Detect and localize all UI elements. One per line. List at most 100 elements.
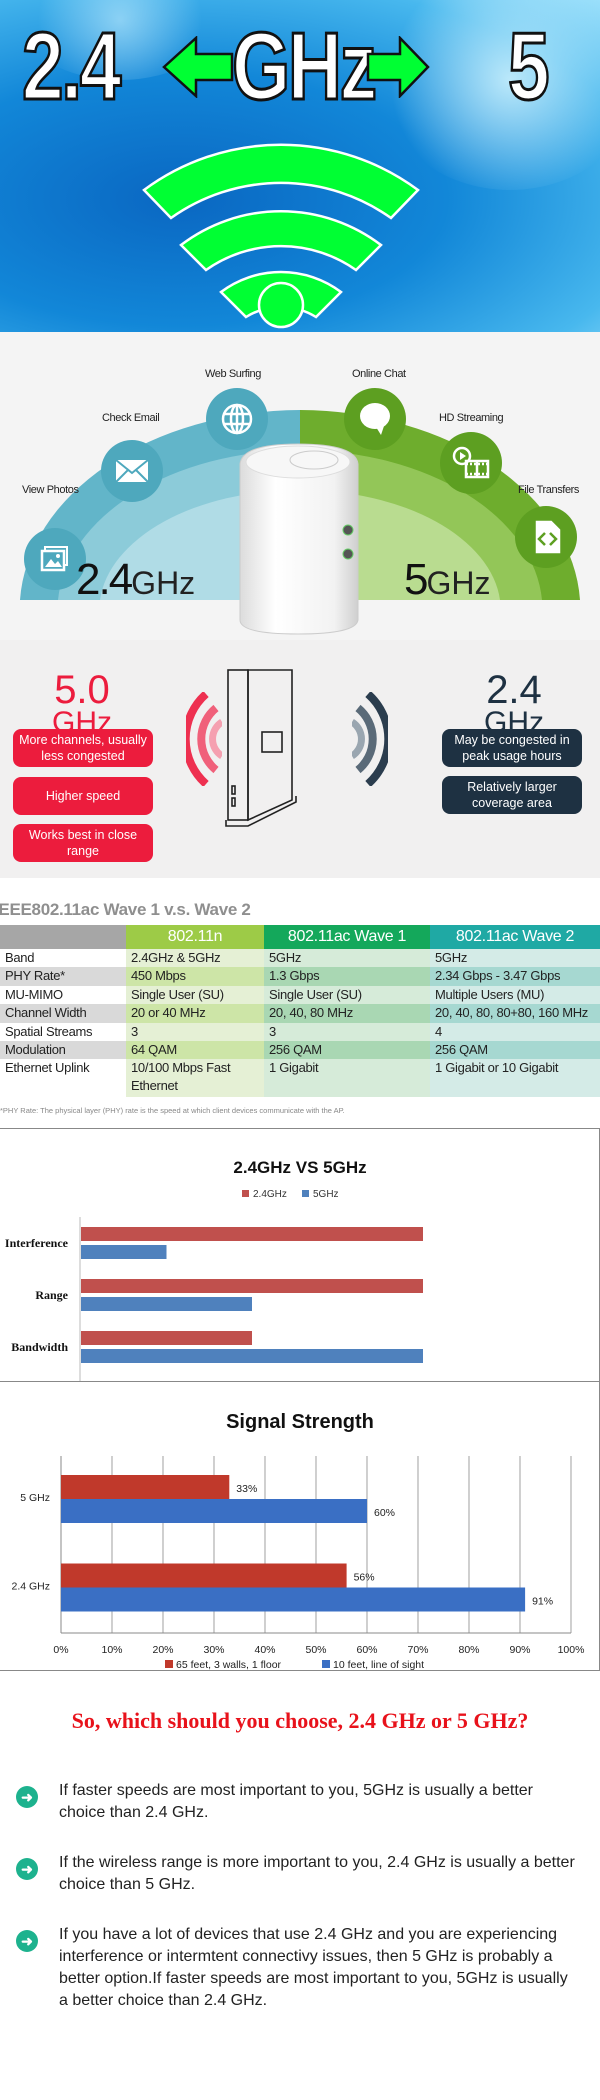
activity-label: File Transfers: [518, 484, 580, 496]
feature-pill: Higher speed: [13, 777, 153, 815]
x-tick-label: 50%: [305, 1644, 326, 1656]
x-tick-label: 40%: [254, 1644, 275, 1656]
table-row: PHY Rate* 450 Mbps 1.3 Gbps 2.34 Gbps - 3.4…: [0, 967, 600, 986]
row-label: Channel Width: [0, 1004, 126, 1023]
legend-label: 10 feet, line of sight: [333, 1659, 424, 1671]
activity-label: Check Email: [102, 412, 160, 424]
category-label: Bandwidth: [11, 1340, 68, 1354]
chart-title: Signal Strength: [226, 1411, 374, 1433]
band-label-5: 5GHz: [404, 555, 491, 604]
feature-pill: Relatively larger coverage area: [442, 776, 582, 814]
table-header-row: 802.11n 802.11ac Wave 1 802.11ac Wave 2: [0, 925, 600, 949]
router-outline-icon: [225, 669, 297, 827]
row-label: Spatial Streams: [0, 1022, 126, 1041]
table-cell: 20 or 40 MHz: [126, 1004, 264, 1023]
chart-2-4-vs-5: 2.4GHz VS 5GHz 2.4GHz 5GHz Interference Rang…: [0, 1128, 600, 1382]
table-cell: 450 Mbps: [126, 967, 264, 986]
table-cell: 64 QAM: [126, 1040, 264, 1060]
wifi-icon: [142, 143, 420, 329]
hero-right-number: 5: [507, 13, 551, 120]
table-cell: 1 Gigabit or 10 Gigabit: [430, 1059, 600, 1098]
x-tick-label: 60%: [356, 1644, 377, 1656]
file-transfer-icon: [515, 506, 577, 568]
table-cell: Single User (SU): [126, 985, 264, 1005]
activity-label: Online Chat: [352, 368, 406, 380]
band-label-2-4: 2.4GHz: [76, 555, 196, 604]
bar: [81, 1227, 423, 1241]
table-cell: 3: [264, 1022, 430, 1041]
legend-label: 2.4GHz: [253, 1189, 287, 1200]
feature-pill: May be congested in peak usage hours: [442, 729, 582, 767]
table-cell: 1 Gigabit: [264, 1059, 430, 1098]
bar: [61, 1499, 367, 1523]
tip-text: If you have a lot of devices that use 2.…: [59, 1926, 568, 2009]
row-label: Modulation: [0, 1040, 126, 1060]
x-tick-label: 70%: [407, 1644, 428, 1656]
x-tick-label: 0%: [53, 1644, 68, 1656]
spec-comparison-table: IEEE802.11ac Wave 1 v.s. Wave 2 802.11n …: [0, 880, 600, 1120]
column-header: 802.11n: [126, 925, 264, 949]
arrow-left-icon: [162, 36, 234, 98]
data-label: 60%: [374, 1507, 395, 1519]
tip-text: If faster speeds are most important to y…: [59, 1782, 533, 1821]
category-label: Interference: [5, 1236, 69, 1250]
table-cell: 2.4GHz & 5GHz: [126, 949, 264, 968]
row-label: PHY Rate*: [0, 967, 126, 986]
chart-signal-strength-svg: Signal Strength 0% 10% 20% 30% 40% 50% 60% 70% 80…: [11, 1411, 584, 1671]
hero-unit: GHz: [231, 13, 378, 120]
chart-2-4-vs-5-svg: 2.4GHz VS 5GHz 2.4GHz 5GHz Interference Rang…: [5, 1158, 423, 1382]
row-label: Band: [0, 949, 126, 968]
hero-left-number: 2.4: [21, 13, 123, 120]
frequency-comparison: 5.0 GHz More channels, usually less cong…: [0, 640, 600, 878]
activity-label: Web Surfing: [205, 368, 261, 380]
table-row: Spatial Streams 3 3 4: [0, 1022, 600, 1041]
table-cell: 2.34 Gbps - 3.47 Gbps: [430, 967, 600, 986]
email-icon: [101, 440, 163, 502]
table-row: Band 2.4GHz & 5GHz 5GHz 5GHz: [0, 949, 600, 968]
table-row: Modulation 64 QAM 256 QAM 256 QAM: [0, 1040, 600, 1060]
table-cell: 5GHz: [264, 949, 430, 968]
table-row: MU-MIMO Single User (SU) Single User (SU) M…: [0, 985, 600, 1005]
bar: [61, 1587, 526, 1612]
bar: [81, 1279, 423, 1293]
bar: [61, 1563, 347, 1588]
category-label: 5 GHz: [20, 1492, 50, 1504]
row-label: Ethernet Uplink: [0, 1059, 126, 1098]
x-tick-label: 10%: [101, 1644, 122, 1656]
feature-pill: More channels, usually less congested: [13, 729, 153, 767]
legend-swatch: [322, 1660, 330, 1668]
data-label: 56%: [354, 1572, 375, 1584]
hero-title: 2.4 GHz 5: [0, 17, 600, 116]
data-label: 91%: [532, 1596, 553, 1608]
x-tick-label: 20%: [152, 1644, 173, 1656]
signal-waves-right-icon: [352, 692, 388, 786]
table-cell: 3: [126, 1022, 264, 1041]
legend-label: 65 feet, 3 walls, 1 floor: [176, 1659, 282, 1671]
activity-label: HD Streaming: [439, 412, 504, 424]
bar: [81, 1331, 252, 1345]
chart-signal-strength: Signal Strength 0% 10% 20% 30% 40% 50% 60% 70% 80…: [0, 1381, 600, 1671]
activity-label: View Photos: [22, 484, 79, 496]
x-tick-label: 90%: [509, 1644, 530, 1656]
table-cell: 256 QAM: [264, 1040, 430, 1060]
recommendation-section: So, which should you choose, 2.4 GHz or …: [0, 1672, 600, 2100]
router-image: [239, 443, 359, 635]
arrow-circle-right-icon: ➜: [16, 1858, 38, 1880]
arrow-right-icon: [366, 36, 430, 98]
arrow-circle-right-icon: ➜: [16, 1786, 38, 1808]
bar: [81, 1297, 252, 1311]
table-row: Ethernet Uplink 10/100 Mbps Fast Ethernet…: [0, 1059, 600, 1098]
column-header: [0, 925, 126, 949]
spec-table: 802.11n 802.11ac Wave 1 802.11ac Wave 2 …: [0, 925, 600, 1098]
x-tick-label: 30%: [203, 1644, 224, 1656]
arrow-circle-right-icon: ➜: [16, 1930, 38, 1952]
band-activity-diagram: View Photos Check Email Web Surfing Onli…: [0, 332, 600, 640]
chart-title: 2.4GHz VS 5GHz: [233, 1158, 366, 1177]
legend-swatch: [165, 1660, 173, 1668]
table-cell: 5GHz: [430, 949, 600, 968]
bar: [81, 1349, 423, 1363]
category-label: Range: [35, 1288, 68, 1302]
video-icon: [440, 432, 502, 494]
table-cell: 1.3 Gbps: [264, 967, 430, 986]
x-tick-label: 80%: [458, 1644, 479, 1656]
